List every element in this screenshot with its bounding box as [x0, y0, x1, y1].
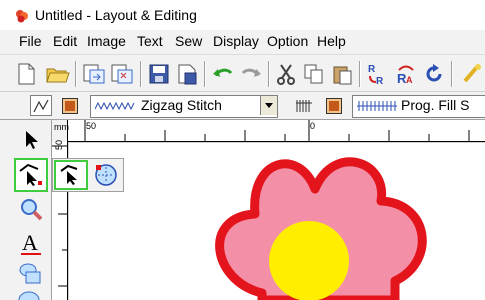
- point-edit-tool[interactable]: [14, 158, 48, 192]
- menu-display[interactable]: Display: [213, 33, 259, 49]
- select-tool[interactable]: [18, 126, 46, 154]
- redo-icon[interactable]: [237, 60, 265, 88]
- ruler-ticks: [84, 120, 470, 142]
- paste-icon[interactable]: [328, 60, 356, 88]
- region-color-swatch: [326, 98, 342, 114]
- region-sew-type-select[interactable]: Prog. Fill S: [352, 95, 485, 118]
- menu-sew[interactable]: Sew: [175, 33, 202, 49]
- point-edit-icon: [19, 163, 42, 186]
- menu-image[interactable]: Image: [87, 33, 126, 49]
- line-sew-toggle[interactable]: [30, 95, 52, 116]
- toolbar-separator: [75, 61, 77, 87]
- app-icon: [16, 10, 28, 23]
- undo-icon[interactable]: [209, 60, 237, 88]
- toolbar-separator: [359, 61, 361, 87]
- toolbar-separator: [268, 61, 270, 87]
- region-sew-type-label: Prog. Fill S: [401, 97, 470, 113]
- text-a-icon: A: [21, 230, 41, 255]
- shape-icon: [19, 263, 41, 284]
- window-title: Untitled - Layout & Editing: [35, 7, 197, 23]
- region-sew-icon: [296, 100, 312, 112]
- toolbar-separator: [204, 61, 206, 87]
- line-sew-type-select[interactable]: Zigzag Stitch: [90, 95, 278, 118]
- prog-fill-stitch-icon: [357, 101, 397, 111]
- point-edit-option[interactable]: [54, 160, 88, 190]
- line-color-swatch: [62, 98, 78, 114]
- import-pattern-icon[interactable]: [80, 60, 108, 88]
- rotate-icon[interactable]: RR: [364, 60, 392, 88]
- svg-text:A: A: [22, 230, 38, 255]
- menu-help[interactable]: Help: [317, 33, 346, 49]
- menu-option[interactable]: Option: [267, 33, 308, 49]
- sew-attribute-toolbar: Zigzag Stitch Prog. Fill S: [0, 92, 485, 120]
- menu-edit[interactable]: Edit: [53, 33, 77, 49]
- region-color-button[interactable]: [324, 96, 344, 116]
- toolbar-separator: [451, 61, 453, 87]
- refresh-icon[interactable]: [420, 60, 448, 88]
- arrow-pointer-icon: [26, 131, 38, 149]
- design-canvas[interactable]: [69, 143, 485, 300]
- ruler-corner: mm: [52, 120, 69, 142]
- zigzag-stitch-icon: [95, 101, 135, 111]
- more-icon[interactable]: [458, 60, 485, 88]
- svg-text:A: A: [406, 75, 413, 85]
- save-as-icon[interactable]: [173, 60, 201, 88]
- shape-tool[interactable]: [16, 260, 46, 288]
- tool-palette: A: [0, 120, 52, 300]
- chevron-down-icon[interactable]: [260, 96, 277, 115]
- ruler-unit-label: mm: [54, 122, 69, 132]
- text-tool[interactable]: A: [16, 228, 46, 258]
- flower-center[interactable]: [269, 221, 349, 300]
- reset-rotate-icon[interactable]: RA: [392, 60, 420, 88]
- region-sew-toggle[interactable]: [292, 96, 316, 116]
- horizontal-ruler: mm 50 0: [52, 120, 485, 142]
- svg-text:R: R: [376, 76, 384, 86]
- line-sew-type-label: Zigzag Stitch: [141, 97, 222, 113]
- magnifier-icon: [21, 199, 43, 221]
- next-tool[interactable]: [16, 290, 46, 300]
- app-window: Untitled - Layout & Editing File Edit Im…: [0, 0, 485, 300]
- open-folder-icon[interactable]: [44, 60, 72, 88]
- flower-design[interactable]: [69, 143, 485, 300]
- new-file-icon[interactable]: [12, 60, 40, 88]
- save-icon[interactable]: [145, 60, 173, 88]
- line-color-button[interactable]: [60, 96, 80, 116]
- line-sew-icon: [33, 99, 49, 112]
- stitch-point-option[interactable]: [91, 161, 121, 189]
- point-edit-icon: [60, 164, 78, 185]
- main-toolbar: RR RA: [0, 54, 485, 92]
- svg-text:R: R: [368, 64, 376, 75]
- title-bar: Untitled - Layout & Editing: [0, 0, 485, 30]
- menu-bar: File Edit Image Text Sew Display Option …: [0, 30, 485, 54]
- toolbar-separator: [140, 61, 142, 87]
- cut-icon[interactable]: [272, 60, 300, 88]
- import-design-icon[interactable]: [108, 60, 136, 88]
- stitch-point-icon: [95, 164, 117, 186]
- edit-tool-flyout: [52, 158, 124, 192]
- menu-text[interactable]: Text: [137, 33, 163, 49]
- zoom-tool[interactable]: [16, 194, 46, 224]
- menu-file[interactable]: File: [19, 33, 42, 49]
- tool-icon: [18, 291, 40, 300]
- copy-icon[interactable]: [300, 60, 328, 88]
